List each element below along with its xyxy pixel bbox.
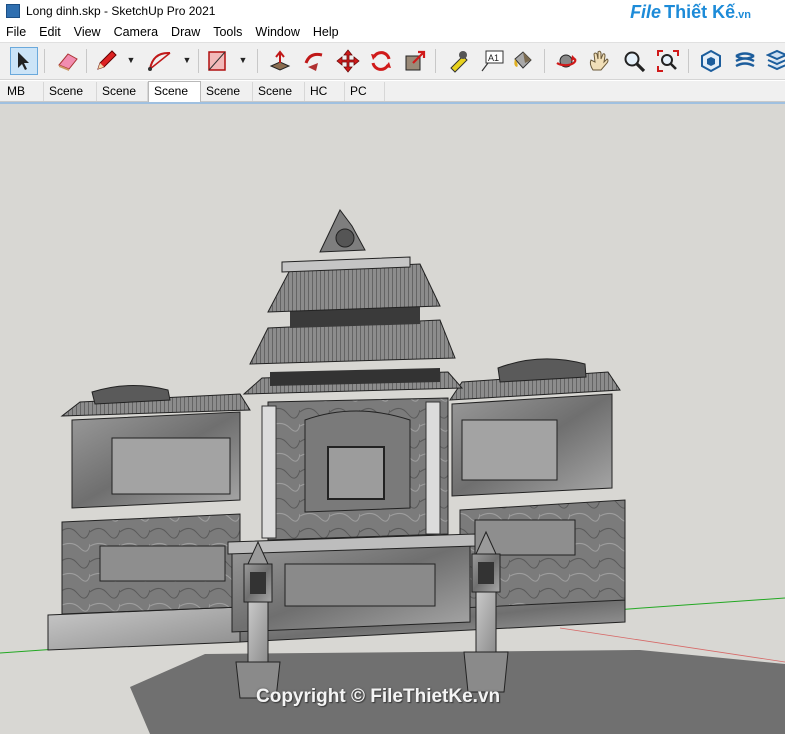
follow-me-tool-button[interactable] <box>300 47 328 75</box>
shape-dropdown-arrow[interactable]: ▼ <box>237 55 249 67</box>
menu-edit[interactable]: Edit <box>33 22 68 42</box>
logo-thietke-text: Thiết Kế <box>664 2 736 22</box>
scale-icon <box>405 50 426 71</box>
select-tool-button[interactable] <box>10 47 38 75</box>
pan-tool-button[interactable] <box>585 47 613 75</box>
pencil-tool-button[interactable] <box>92 47 120 75</box>
roof-crest-medallion <box>335 228 355 248</box>
paint-bucket-tool-button[interactable] <box>509 47 537 75</box>
select-icon <box>18 52 29 70</box>
scene-tab-scene-5[interactable]: Scene 5 <box>44 82 97 117</box>
central-roof-tier-2 <box>249 319 456 365</box>
paint-bucket-icon <box>514 51 532 69</box>
rotate-tool-button[interactable] <box>367 47 395 75</box>
menu-file[interactable]: File <box>0 22 33 42</box>
menu-bar: File Edit View Camera Draw Tools Window … <box>0 22 785 42</box>
zoom-icon <box>624 51 646 73</box>
text-tool-button[interactable]: A1 <box>478 47 506 75</box>
zoom-extents-icon <box>657 50 679 72</box>
tape-measure-tool-button[interactable] <box>444 47 472 75</box>
orbit-icon <box>556 54 577 68</box>
rectangle-icon <box>208 51 226 71</box>
logo-file-text: File <box>630 2 662 22</box>
shrine-model-render[interactable] <box>0 102 785 734</box>
scene-tab-hc[interactable]: HC <box>305 82 345 101</box>
left-lower-panel <box>99 545 226 582</box>
scene-tab-scene-4[interactable]: Scene 4 <box>253 82 305 117</box>
pencil-dropdown-arrow[interactable]: ▼ <box>125 55 137 67</box>
push-pull-tool-button[interactable] <box>266 47 294 75</box>
copyright-watermark: Copyright © FileThietKe.vn <box>256 686 501 707</box>
menu-help[interactable]: Help <box>307 22 346 42</box>
eraser-icon <box>58 53 78 71</box>
right-pillar <box>425 401 441 535</box>
scene-tab-scene-7[interactable]: Scene 7 <box>201 82 253 117</box>
menu-window[interactable]: Window <box>249 22 306 42</box>
sketchup-app-icon <box>6 4 20 18</box>
move-tool-button[interactable] <box>334 47 362 75</box>
title-bar: Long dinh.skp - SketchUp Pro 2021 File T… <box>0 0 785 22</box>
pan-icon <box>589 50 609 71</box>
main-toolbar: ▼ ▼ ▼ A1 <box>0 42 785 80</box>
central-base-panel <box>284 563 436 607</box>
model-viewport[interactable] <box>0 102 785 734</box>
menu-view[interactable]: View <box>68 22 108 42</box>
rotate-icon <box>371 51 391 71</box>
scene-tab-mb[interactable]: MB <box>2 82 44 101</box>
scale-tool-button[interactable] <box>401 47 429 75</box>
rectangle-tool-button[interactable] <box>203 47 231 75</box>
zoom-extents-tool-button[interactable] <box>654 47 682 75</box>
arc-dropdown-arrow[interactable]: ▼ <box>181 55 193 67</box>
push-pull-icon <box>269 50 291 71</box>
filethietke-logo: File Thiết Kế .vn <box>630 2 751 23</box>
text-icon: A1 <box>481 50 504 72</box>
arc-tool-button[interactable] <box>146 47 174 75</box>
right-carved-panel <box>461 419 558 481</box>
zoom-tool-button[interactable] <box>620 47 648 75</box>
scene-tabs: MB Scene 5 Scene 8 Scene 6 Scene 7 Scene… <box>0 81 785 117</box>
follow-me-icon <box>304 52 323 71</box>
central-plaque <box>327 446 385 500</box>
window-title: Long dinh.skp - SketchUp Pro 2021 <box>26 4 216 18</box>
scene-tab-scene-8[interactable]: Scene 8 <box>97 82 148 117</box>
logo-vn-text: .vn <box>735 9 751 21</box>
move-icon <box>336 49 360 73</box>
menu-draw[interactable]: Draw <box>165 22 207 42</box>
outliner-button[interactable] <box>763 47 785 75</box>
arc-icon <box>148 51 171 71</box>
components-icon <box>701 49 721 73</box>
left-carved-panel <box>111 437 231 495</box>
layers-button[interactable] <box>731 47 759 75</box>
tape-measure-icon <box>450 51 468 73</box>
orbit-tool-button[interactable] <box>552 47 580 75</box>
left-pillar <box>261 405 277 539</box>
scene-tab-scene-6[interactable]: Scene 6 <box>148 81 201 117</box>
menu-camera[interactable]: Camera <box>108 22 165 42</box>
text-tool-label: A1 <box>488 53 499 63</box>
scene-tab-pc[interactable]: PC <box>345 82 385 101</box>
menu-tools[interactable]: Tools <box>207 22 249 42</box>
outliner-icon <box>766 49 785 71</box>
eraser-tool-button[interactable] <box>54 47 82 75</box>
components-button[interactable] <box>697 47 725 75</box>
pencil-icon <box>97 50 117 70</box>
layers-icon <box>735 52 755 68</box>
